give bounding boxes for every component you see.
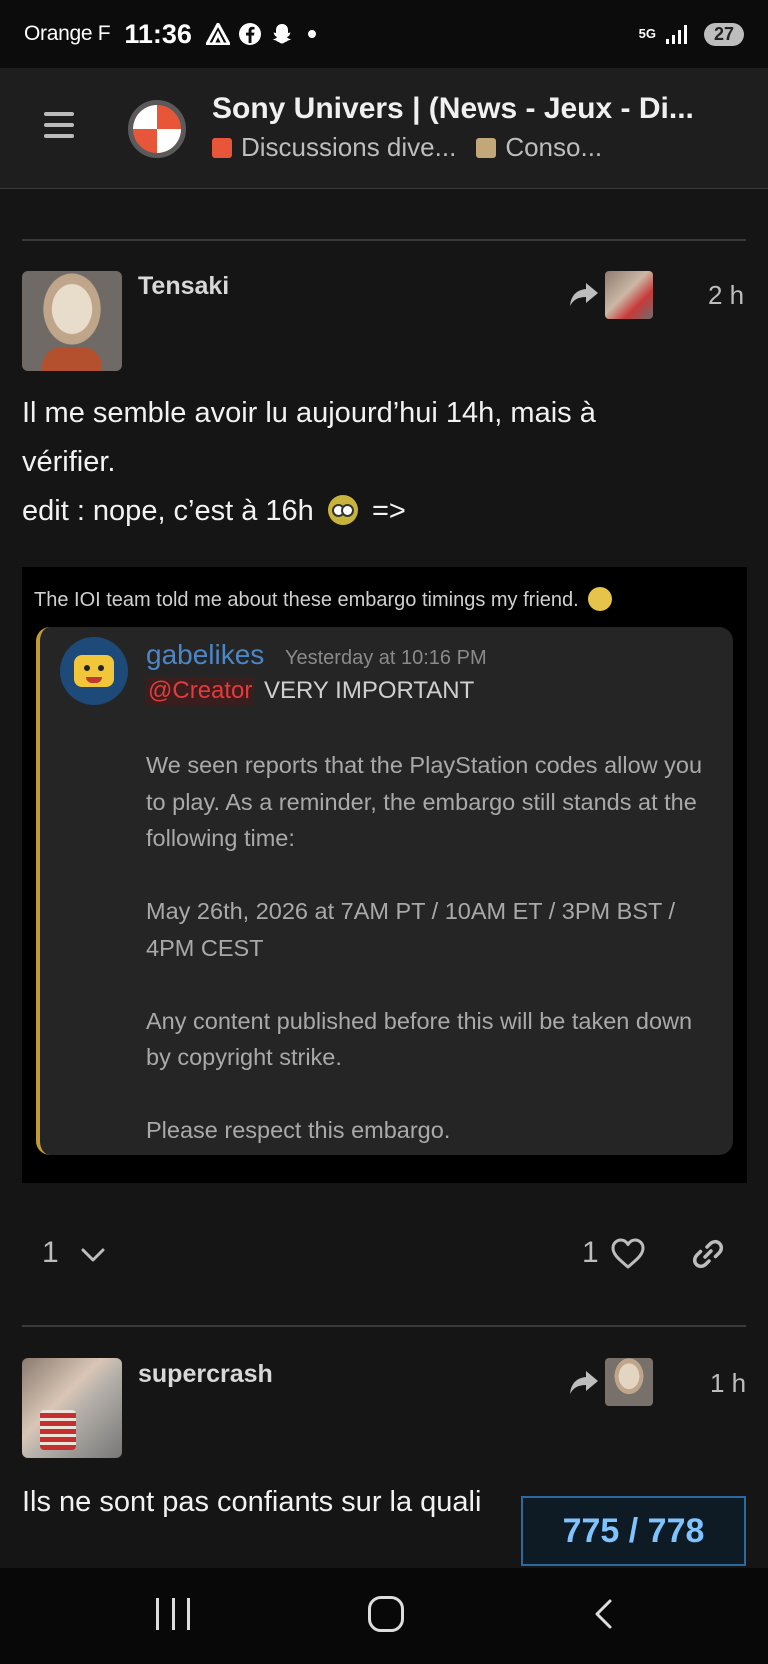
snapchat-icon bbox=[270, 22, 294, 46]
status-bar: Orange F 11:36 5G 27 bbox=[0, 0, 768, 68]
post-username[interactable]: supercrash bbox=[138, 1360, 273, 1389]
quoted-message-card: gabelikes Yesterday at 10:16 PM @Creator… bbox=[36, 627, 733, 1155]
app-notification-icon bbox=[205, 22, 230, 46]
discord-author: gabelikes bbox=[146, 639, 265, 670]
like-heart-icon[interactable] bbox=[610, 1236, 646, 1272]
recents-button[interactable] bbox=[156, 1598, 190, 1630]
post-divider bbox=[22, 239, 746, 241]
post-body-text: => bbox=[371, 495, 406, 527]
post-body-line: edit : nope, c’est à 16h => bbox=[22, 487, 406, 535]
discord-headline: VERY IMPORTANT bbox=[264, 677, 475, 704]
discord-paragraph: We seen reports that the PlayStation cod… bbox=[146, 752, 703, 851]
category-label: Conso... bbox=[505, 132, 603, 162]
avatar[interactable] bbox=[22, 271, 122, 371]
facebook-icon bbox=[238, 22, 262, 46]
category-color-swatch bbox=[212, 137, 232, 158]
embed-caption-text: The IOI team told me about these embargo… bbox=[34, 589, 579, 611]
post-body-line: Il me semble avoir lu aujourd’hui 14h, m… bbox=[22, 397, 596, 429]
tear-emoji-icon bbox=[588, 587, 613, 611]
avatar[interactable] bbox=[22, 1358, 122, 1458]
topic-header: Sony Univers | (News - Jeux - Di... Disc… bbox=[0, 68, 768, 189]
system-nav-bar bbox=[0, 1568, 768, 1664]
post-username[interactable]: Tensaki bbox=[138, 272, 229, 301]
battery-indicator: 27 bbox=[703, 22, 744, 46]
category-label: Discussions dive... bbox=[241, 132, 457, 162]
post-actions: 1 1 bbox=[0, 1232, 768, 1282]
discord-mention: @Creator bbox=[146, 677, 255, 705]
reply-to-icon[interactable] bbox=[568, 1368, 600, 1396]
post-body-line: Ils ne sont pas confiants sur la quali bbox=[22, 1486, 482, 1518]
category-badge-discussions[interactable]: Discussions dive... bbox=[212, 132, 456, 163]
chevron-down-icon[interactable] bbox=[80, 1242, 106, 1268]
discord-message-body: We seen reports that the PlayStation cod… bbox=[146, 747, 716, 1185]
clock: 11:36 bbox=[124, 18, 192, 49]
post-body-text: edit : nope, c’est à 16h bbox=[22, 495, 314, 527]
replies-count[interactable]: 1 bbox=[42, 1236, 59, 1270]
post-body-line: vérifier. bbox=[22, 446, 116, 478]
signal-icon bbox=[664, 22, 688, 46]
reply-to-avatar[interactable] bbox=[605, 1358, 653, 1406]
post-date[interactable]: 2 h bbox=[708, 280, 744, 311]
embed-caption: The IOI team told me about these embargo… bbox=[34, 587, 613, 612]
post-date[interactable]: 1 h bbox=[710, 1368, 746, 1399]
network-label: 5G bbox=[638, 26, 656, 41]
reply-to-icon[interactable] bbox=[568, 280, 600, 308]
discord-paragraph: May 26th, 2026 at 7AM PT / 10AM ET / 3PM… bbox=[146, 898, 675, 961]
discord-paragraph: Please respect this embargo. bbox=[146, 1117, 451, 1143]
carrier-label: Orange F bbox=[24, 22, 111, 45]
reply-to-avatar[interactable] bbox=[605, 271, 653, 319]
topic-title[interactable]: Sony Univers | (News - Jeux - Di... bbox=[212, 92, 752, 126]
menu-icon[interactable] bbox=[44, 112, 74, 138]
category-breadcrumbs: Discussions dive... Conso... bbox=[212, 132, 622, 163]
site-logo[interactable] bbox=[128, 100, 186, 158]
embedded-image[interactable]: The IOI team told me about these embargo… bbox=[22, 567, 747, 1183]
nerd-face-emoji-icon bbox=[327, 495, 358, 525]
likes-count[interactable]: 1 bbox=[582, 1236, 599, 1270]
topic-progress[interactable]: 775 / 778 bbox=[521, 1496, 746, 1566]
back-button[interactable] bbox=[588, 1598, 620, 1630]
discord-avatar bbox=[60, 637, 128, 705]
share-link-icon[interactable] bbox=[690, 1236, 726, 1272]
category-badge-consoles[interactable]: Conso... bbox=[476, 132, 602, 163]
home-button[interactable] bbox=[368, 1596, 404, 1632]
discord-timestamp: Yesterday at 10:16 PM bbox=[285, 647, 487, 669]
more-notifications-dot bbox=[307, 30, 316, 38]
post-divider bbox=[22, 1325, 746, 1327]
discord-paragraph: Any content published before this will b… bbox=[146, 1007, 693, 1071]
category-color-swatch bbox=[476, 137, 497, 158]
